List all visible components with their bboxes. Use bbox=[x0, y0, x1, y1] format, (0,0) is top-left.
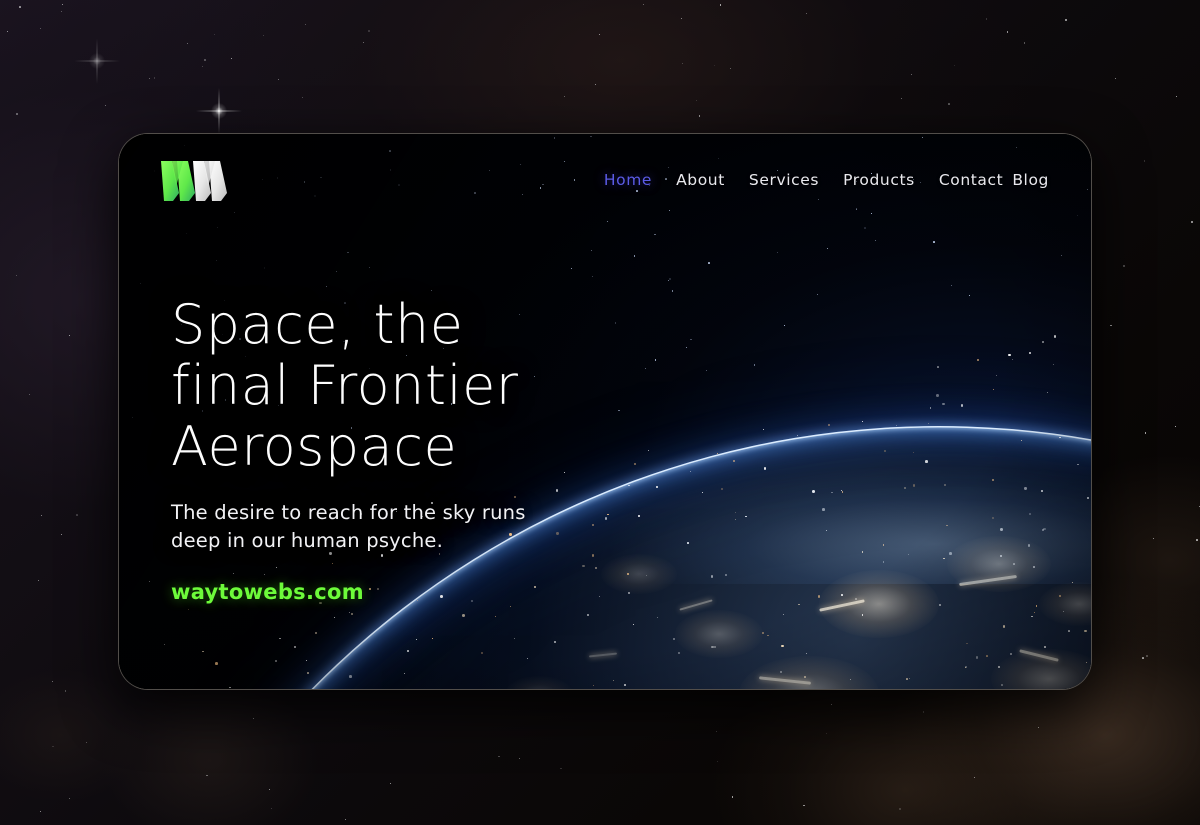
nav-about[interactable]: About bbox=[676, 171, 725, 189]
website-preview-card: Home About Services Products Contact Blo… bbox=[118, 133, 1092, 690]
hero-headline: Space, the final Frontier Aerospace bbox=[171, 293, 519, 479]
nav-products[interactable]: Products bbox=[843, 171, 915, 189]
primary-navigation: Home About Services Products Contact Blo… bbox=[604, 171, 1055, 189]
nav-services[interactable]: Services bbox=[749, 171, 819, 189]
site-navbar: Home About Services Products Contact Blo… bbox=[119, 134, 1091, 226]
website-content: Home About Services Products Contact Blo… bbox=[119, 134, 1091, 689]
site-url-link[interactable]: waytowebs.com bbox=[171, 580, 364, 604]
lens-flare-star-small bbox=[89, 53, 105, 69]
hero-subheadline: The desire to reach for the sky runs dee… bbox=[171, 501, 526, 552]
nav-contact[interactable]: Contact bbox=[939, 171, 1004, 189]
lens-flare-star bbox=[211, 103, 227, 119]
hero-section: Space, the final Frontier Aerospace The … bbox=[171, 294, 811, 604]
nav-home[interactable]: Home bbox=[604, 171, 652, 189]
nav-contact-blog-group: Contact Blog bbox=[939, 171, 1049, 189]
nav-blog[interactable]: Blog bbox=[1012, 171, 1049, 189]
ww-logo-icon[interactable] bbox=[159, 157, 255, 203]
